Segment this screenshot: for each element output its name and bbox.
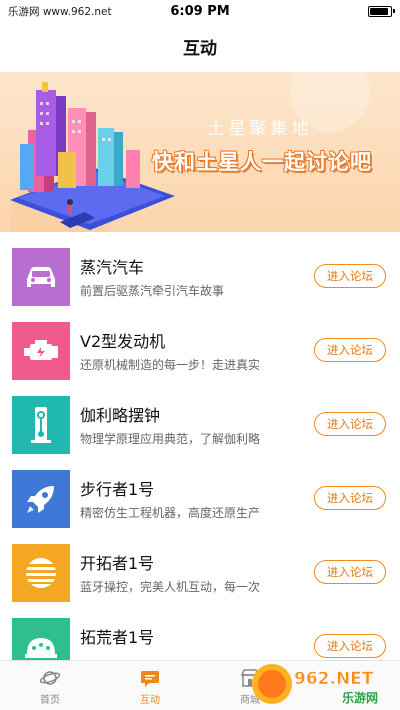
item-title: 蒸汽汽车 — [80, 258, 145, 277]
planet-icon — [39, 670, 61, 685]
pendulum-icon — [12, 396, 70, 454]
item-desc: 前置后驱蒸汽牵引汽车故事 — [80, 284, 225, 298]
tab-label: 互动 — [140, 694, 160, 706]
status-left-text: 乐游网 www.962.net — [8, 5, 112, 18]
svg-text:962.NET: 962.NET — [294, 669, 374, 689]
item-desc: 物理学原理应用典范，了解伽利略 — [80, 432, 261, 446]
forum-list: 蒸汽汽车 前置后驱蒸汽牵引汽车故事 进入论坛 V2型发动机 还原机械制造的每一步… — [0, 236, 400, 660]
dome-icon — [12, 618, 70, 660]
list-item[interactable]: 开拓者1号 蓝牙操控，完美人机互动，每一次 进入论坛 — [0, 532, 400, 606]
tab-label: 首页 — [40, 694, 60, 706]
list-item[interactable]: 拓荒者1号 进入论坛 — [0, 606, 400, 660]
tab-interact[interactable]: 互动 — [100, 661, 200, 710]
item-title: 伽利略摆钟 — [80, 406, 161, 425]
banner-title: 土星聚集地 — [207, 119, 313, 139]
item-desc: 还原机械制造的每一步！走进真实 — [80, 358, 261, 372]
enter-forum-button[interactable]: 进入论坛 — [314, 560, 386, 584]
banner[interactable]: 土星聚集地 快和土星人一起讨论吧 — [0, 72, 400, 232]
list-item[interactable]: V2型发动机 还原机械制造的每一步！走进真实 进入论坛 — [0, 310, 400, 384]
tab-home[interactable]: 首页 — [0, 661, 100, 710]
status-bar: 乐游网 www.962.net 6:09 PM — [0, 0, 400, 22]
item-title: V2型发动机 — [80, 332, 166, 351]
item-title: 拓荒者1号 — [80, 628, 155, 647]
item-title: 步行者1号 — [80, 480, 155, 499]
enter-forum-button[interactable]: 进入论坛 — [314, 634, 386, 658]
svg-text:乐游网: 乐游网 — [342, 690, 378, 705]
engine-icon — [12, 322, 70, 380]
enter-forum-button[interactable]: 进入论坛 — [314, 264, 386, 288]
rocket-icon — [12, 470, 70, 528]
banner-subtitle: 快和土星人一起讨论吧 — [152, 150, 372, 174]
chat-icon — [141, 670, 159, 687]
enter-forum-button[interactable]: 进入论坛 — [314, 338, 386, 362]
list-item[interactable]: 伽利略摆钟 物理学原理应用典范，了解伽利略 进入论坛 — [0, 384, 400, 458]
item-desc: 精密仿生工程机器，高度还原生产 — [80, 506, 261, 520]
enter-forum-button[interactable]: 进入论坛 — [314, 486, 386, 510]
watermark-logo: 962.NET 乐游网 — [252, 664, 378, 705]
item-title: 开拓者1号 — [80, 554, 155, 573]
enter-forum-button[interactable]: 进入论坛 — [314, 412, 386, 436]
striped-sun-icon — [12, 544, 70, 602]
list-item[interactable]: 步行者1号 精密仿生工程机器，高度还原生产 进入论坛 — [0, 458, 400, 532]
item-desc: 蓝牙操控，完美人机互动，每一次 — [80, 580, 261, 594]
battery-icon — [368, 5, 395, 17]
list-item[interactable]: 蒸汽汽车 前置后驱蒸汽牵引汽车故事 进入论坛 — [0, 236, 400, 310]
page-title: 互动 — [183, 38, 217, 59]
car-icon — [12, 248, 70, 306]
